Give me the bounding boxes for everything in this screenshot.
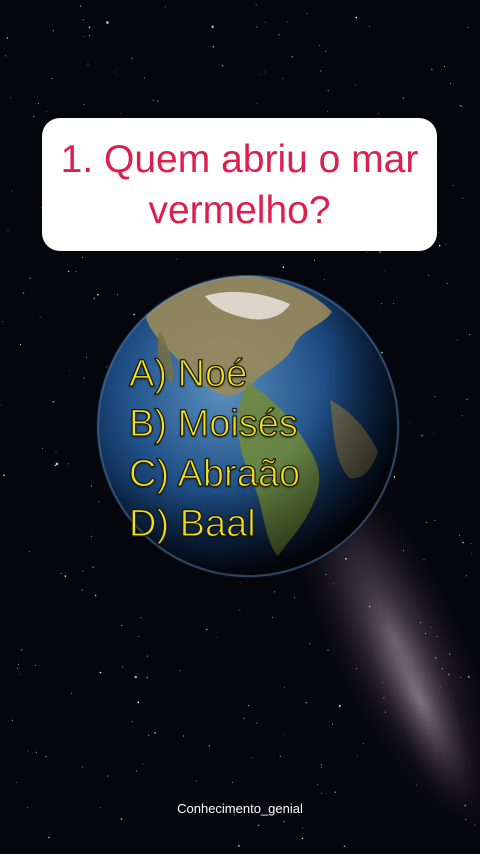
watermark-username: Conhecimento_genial xyxy=(177,801,303,816)
answer-option-c[interactable]: C) Abraão xyxy=(128,449,300,499)
answer-option-a[interactable]: A) Noé xyxy=(128,349,300,399)
answer-option-b[interactable]: B) Moisés xyxy=(128,399,300,449)
question-card: 1. Quem abriu o mar vermelho? xyxy=(42,118,437,251)
question-text: 1. Quem abriu o mar vermelho? xyxy=(60,137,419,232)
answer-list: A) Noé B) Moisés C) Abraão D) Baal xyxy=(128,349,300,549)
answer-option-d[interactable]: D) Baal xyxy=(128,499,300,549)
